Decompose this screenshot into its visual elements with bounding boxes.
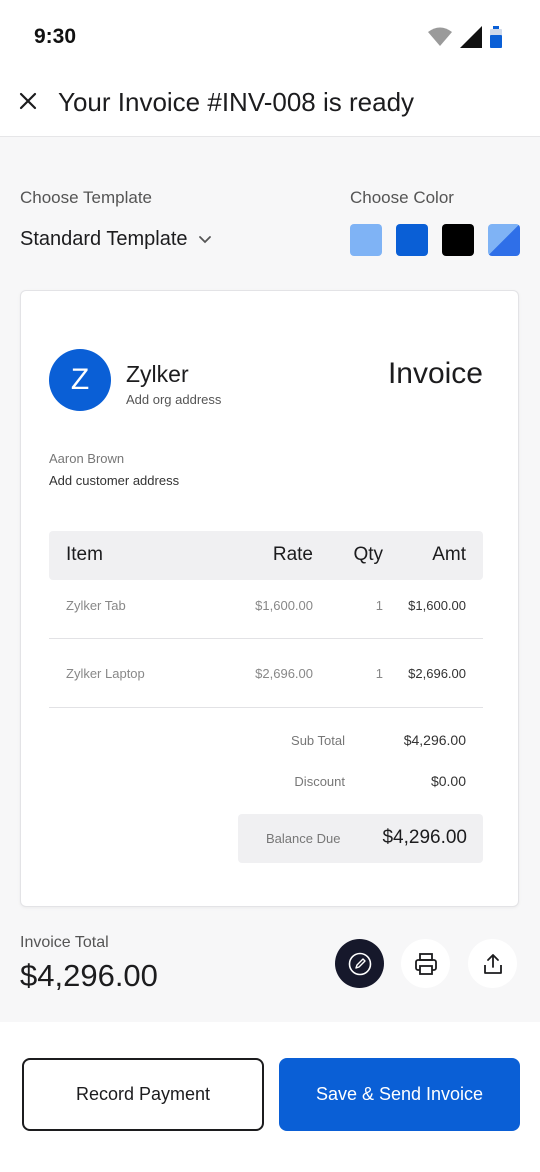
page-title: Your Invoice #INV-008 is ready (58, 87, 415, 117)
discount-label: Discount (294, 774, 345, 789)
invoice-title: Invoice (387, 357, 483, 390)
close-button[interactable] (16, 89, 40, 113)
status-time: 9:30 (34, 25, 77, 48)
column-qty: Qty (353, 544, 383, 565)
template-dropdown[interactable]: Standard Template (20, 228, 212, 251)
swatch-gradient[interactable] (488, 224, 520, 256)
battery-icon (490, 26, 502, 48)
share-icon (483, 953, 502, 974)
row-amt: $2,696.00 (408, 666, 466, 681)
choose-color-label: Choose Color (350, 188, 454, 207)
org-logo: Z (49, 349, 111, 411)
row-qty: 1 (375, 666, 383, 681)
cellular-signal-icon (460, 26, 482, 48)
balance-due-value: $4,296.00 (382, 827, 467, 848)
sub-total-value: $4,296.00 (403, 732, 466, 748)
column-rate: Rate (272, 544, 313, 565)
row-rate: $2,696.00 (255, 666, 313, 681)
invoice-preview[interactable]: Z Zylker Add org address Invoice Aaron B… (20, 290, 519, 907)
invoice-total-label: Invoice Total (20, 934, 109, 951)
status-icons (428, 26, 502, 48)
app-header: Your Invoice #INV-008 is ready (0, 75, 540, 137)
row-divider (49, 638, 483, 639)
row-item: Zylker Laptop (66, 666, 145, 681)
edit-button[interactable] (335, 939, 384, 988)
table-row: Zylker Tab $1,600.00 1 $1,600.00 (49, 573, 483, 641)
chevron-down-icon (198, 235, 211, 243)
row-amt: $1,600.00 (408, 598, 466, 613)
sub-total-label: Sub Total (291, 733, 345, 748)
row-qty: 1 (375, 598, 383, 613)
swatch-light-blue[interactable] (350, 224, 382, 256)
wifi-icon (428, 27, 452, 46)
print-button[interactable] (401, 939, 450, 988)
save-send-invoice-button[interactable]: Save & Send Invoice (279, 1058, 520, 1131)
customer-name: Aaron Brown (49, 451, 125, 466)
choose-template-label: Choose Template (20, 188, 152, 207)
close-icon (19, 92, 37, 110)
balance-due-box: Balance Due $4,296.00 (238, 814, 483, 863)
row-divider (49, 707, 483, 708)
swatch-blue[interactable] (396, 224, 428, 256)
balance-due-label: Balance Due (266, 831, 341, 846)
table-row: Zylker Laptop $2,696.00 1 $2,696.00 (49, 641, 483, 709)
row-rate: $1,600.00 (255, 598, 313, 613)
swatch-black[interactable] (442, 224, 474, 256)
discount-value: $0.00 (430, 773, 466, 789)
customer-address: Add customer address (49, 473, 180, 488)
column-item: Item (66, 544, 103, 565)
template-selected-value: Standard Template (20, 228, 188, 250)
share-button[interactable] (468, 939, 517, 988)
org-name: Zylker (126, 361, 189, 387)
row-item: Zylker Tab (66, 598, 126, 613)
edit-pencil-icon (348, 952, 371, 975)
invoice-total-value: $4,296.00 (20, 958, 158, 993)
printer-icon (414, 952, 437, 975)
org-address: Add org address (126, 392, 222, 407)
record-payment-button[interactable]: Record Payment (22, 1058, 264, 1131)
column-amt: Amt (432, 544, 466, 565)
status-bar: 9:30 (0, 0, 540, 75)
color-swatches (350, 224, 520, 256)
